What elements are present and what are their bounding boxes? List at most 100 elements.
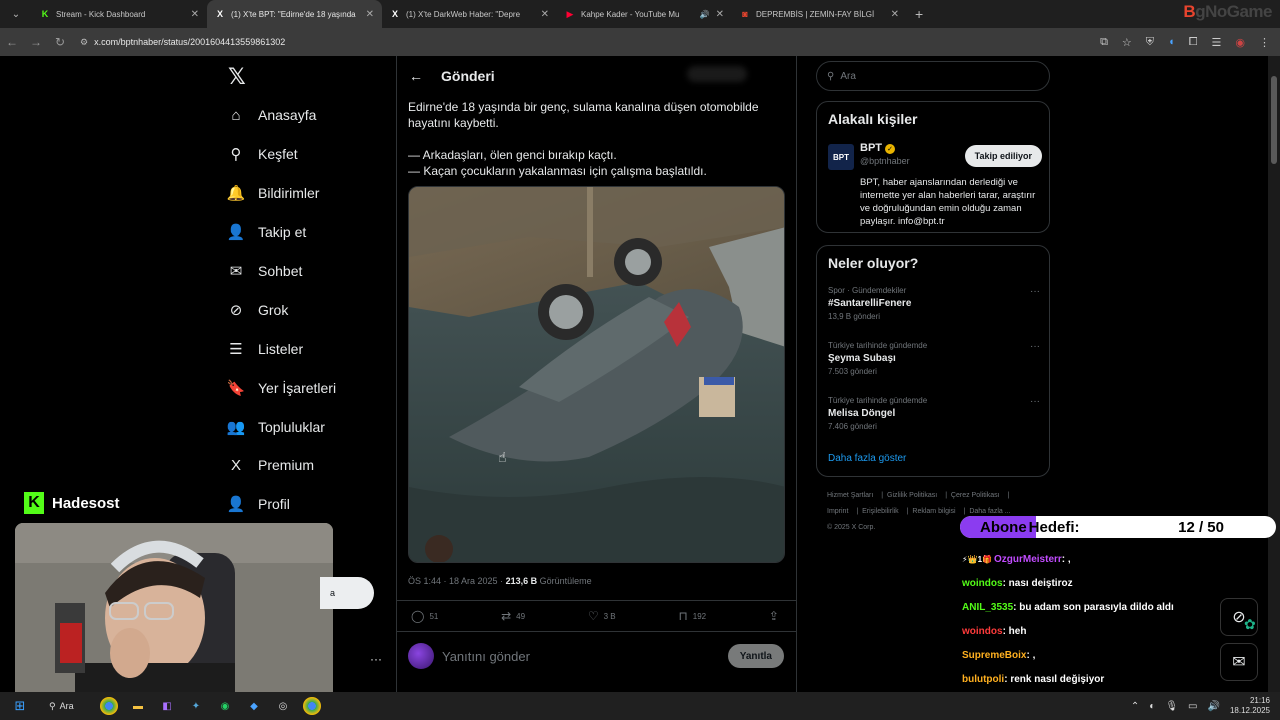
reply-button[interactable]: Yanıtla xyxy=(727,644,784,668)
trend-more-icon[interactable]: ··· xyxy=(1030,341,1040,352)
browser-tab[interactable]: X (1) X'te BPT: "Edirne'de 18 yaşında ✕ xyxy=(207,0,382,28)
browser-tab[interactable]: K Stream - Kick Dashboard ✕ xyxy=(32,0,207,28)
chat-username[interactable]: ANIL_3535 xyxy=(962,602,1013,613)
chat-username[interactable]: woindos xyxy=(962,578,1003,589)
person-name[interactable]: BPT ✓ xyxy=(860,142,895,154)
scrollbar[interactable] xyxy=(1268,56,1280,720)
chatgpt-icon[interactable]: ✿ xyxy=(1244,616,1256,633)
more-options-icon[interactable]: ··· xyxy=(370,652,382,666)
cam-pill-button[interactable]: a xyxy=(320,577,374,609)
footer-accessibility[interactable]: Erişilebilirlik xyxy=(862,508,899,515)
close-tab-icon[interactable]: ✕ xyxy=(191,9,199,20)
messages-fab-icon[interactable]: ✉ xyxy=(1220,643,1258,681)
chat-username[interactable]: bulutpoli xyxy=(962,674,1004,685)
chat-username[interactable]: SupremeBoix xyxy=(962,650,1026,661)
nav-item[interactable]: X Premium xyxy=(226,450,314,480)
taskbar-search[interactable]: ⚲ Ara xyxy=(49,701,89,712)
tray-display-icon[interactable]: ▭ xyxy=(1188,701,1197,712)
nav-item[interactable]: 🔖 Yer İşaretleri xyxy=(226,373,336,403)
nav-item[interactable]: ⊘ Grok xyxy=(226,295,289,325)
chrome-active-icon[interactable] xyxy=(303,697,321,715)
trend-item[interactable]: Spor · Gündemdekiler #SantarelliFenere 13,… xyxy=(828,286,1040,321)
trend-item[interactable]: Türkiye tarihinde gündemde Melisa Döngel 7… xyxy=(828,396,1040,431)
tray-volume-icon[interactable]: 🔊 xyxy=(1208,701,1220,712)
extensions-icon[interactable]: ⧠ xyxy=(1189,36,1198,49)
trend-title: Melisa Döngel xyxy=(828,408,896,419)
windows-start-icon[interactable]: ⊞ xyxy=(11,697,29,715)
footer-more[interactable]: Daha fazla ... xyxy=(969,508,1010,515)
close-tab-icon[interactable]: ✕ xyxy=(366,9,374,20)
chrome-icon[interactable] xyxy=(100,697,118,715)
menu-icon[interactable]: ⋮ xyxy=(1259,36,1270,49)
system-clock[interactable]: 21:16 18.12.2025 xyxy=(1230,696,1270,716)
tab-title: (1) X'te BPT: "Edirne'de 18 yaşında xyxy=(231,9,356,19)
twitch-icon[interactable]: ◧ xyxy=(158,697,176,715)
scrollbar-thumb[interactable] xyxy=(1271,76,1277,164)
nav-item[interactable]: 👥 Topluluklar xyxy=(226,412,325,442)
profile-avatar-icon[interactable]: ◉ xyxy=(1235,36,1245,49)
tray-microphone-icon[interactable]: 🎙 xyxy=(1165,701,1178,712)
post-meta: ÖS 1:44 · 18 Ara 2025 · 213,6 B Görüntül… xyxy=(408,576,592,586)
nav-item[interactable]: ✉ Sohbet xyxy=(226,256,303,286)
footer-imprint[interactable]: Imprint xyxy=(827,508,848,515)
trend-item[interactable]: Türkiye tarihinde gündemde Şeyma Subaşı 7.… xyxy=(828,341,1040,376)
media-icon[interactable]: ☰ xyxy=(1212,36,1222,49)
reply-action[interactable]: ◯ 51 xyxy=(411,609,438,623)
browser-tab[interactable]: ◙ DEPREMBİS | ZEMİN-FAY BİLGİ ✕ xyxy=(732,0,907,28)
footer-copyright: © 2025 X Corp. xyxy=(827,524,876,531)
back-icon[interactable]: ← xyxy=(0,35,24,49)
bookmark-star-icon[interactable]: ☆ xyxy=(1122,36,1132,49)
footer-privacy[interactable]: Gizlilik Politikası xyxy=(887,492,937,499)
chat-username[interactable]: woindos xyxy=(962,626,1003,637)
extension-wave-icon[interactable]: ◖ xyxy=(1168,36,1175,48)
search-input[interactable]: ⚲ Ara xyxy=(816,61,1050,91)
show-more-link[interactable]: Daha fazla göster xyxy=(828,453,906,464)
app2-icon[interactable]: ◆ xyxy=(245,697,263,715)
chat-text: : , xyxy=(1026,650,1036,661)
close-tab-icon[interactable]: ✕ xyxy=(541,9,549,20)
tray-network-icon[interactable]: ◐ xyxy=(1149,701,1155,712)
share-action[interactable]: ⇪ xyxy=(769,609,784,623)
trend-more-icon[interactable]: ··· xyxy=(1030,286,1040,297)
following-button[interactable]: Takip ediliyor xyxy=(964,145,1042,167)
nav-item[interactable]: 👤 Profil xyxy=(226,489,290,519)
reply-input[interactable]: Yanıtını gönder xyxy=(442,649,530,664)
back-arrow-icon[interactable]: ← xyxy=(409,68,423,84)
x-logo-icon[interactable]: 𝕏 xyxy=(228,64,246,90)
shield-icon[interactable]: ⛨ xyxy=(1146,36,1154,49)
main-column: ← Gönderi Edirne'de 18 yaşında bir genç,… xyxy=(396,56,797,720)
obs-icon[interactable]: ◎ xyxy=(274,697,292,715)
app-icon[interactable]: ✦ xyxy=(187,697,205,715)
url-field[interactable]: ⚙ x.com/bptnhaber/status/200160441355986… xyxy=(80,32,285,52)
reload-icon[interactable]: ↻ xyxy=(48,35,72,49)
tab-audio-icon[interactable]: 🔊 xyxy=(700,10,710,19)
nav-item[interactable]: 🔔 Bildirimler xyxy=(226,178,320,208)
nav-item[interactable]: ☰ Listeler xyxy=(226,334,303,364)
site-info-icon[interactable]: ⚙ xyxy=(80,37,88,48)
forward-icon[interactable]: → xyxy=(24,35,48,49)
close-tab-icon[interactable]: ✕ xyxy=(891,9,899,20)
footer-cookies[interactable]: Çerez Politikası xyxy=(951,492,1000,499)
install-icon[interactable]: ⧉ xyxy=(1100,36,1108,49)
tray-chevron-icon[interactable]: ⌃ xyxy=(1131,701,1139,712)
avatar[interactable]: BPT xyxy=(828,144,854,170)
close-tab-icon[interactable]: ✕ xyxy=(716,9,724,20)
footer-terms[interactable]: Hizmet Şartları xyxy=(827,492,873,499)
nav-item[interactable]: 👤 Takip et xyxy=(226,217,307,247)
new-tab-button[interactable]: + xyxy=(915,6,923,22)
browser-tab[interactable]: ▶ Kahpe Kader - YouTube Mu 🔊 ✕ xyxy=(557,0,732,28)
browser-tab[interactable]: X (1) X'te DarkWeb Haber: "Depre ✕ xyxy=(382,0,557,28)
nav-item[interactable]: ⚲ Keşfet xyxy=(226,139,298,169)
trend-more-icon[interactable]: ··· xyxy=(1030,396,1040,407)
bookmark-action[interactable]: ⊓ 192 xyxy=(678,609,706,623)
post-photo[interactable] xyxy=(408,186,785,563)
chat-username[interactable]: OzgurMeisterr xyxy=(994,554,1062,565)
like-action[interactable]: ♡ 3 B xyxy=(588,609,616,623)
footer-ads[interactable]: Reklam bilgisi xyxy=(912,508,955,515)
whatsapp-icon[interactable]: ◉ xyxy=(216,697,234,715)
file-explorer-icon[interactable]: ▬ xyxy=(129,697,147,715)
tab-search-icon[interactable]: ⌄ xyxy=(4,4,28,24)
nav-item[interactable]: ⌂ Anasayfa xyxy=(226,100,316,130)
repost-action[interactable]: ⇄ 49 xyxy=(501,609,525,623)
grok-icon: ⊘ xyxy=(229,302,243,319)
